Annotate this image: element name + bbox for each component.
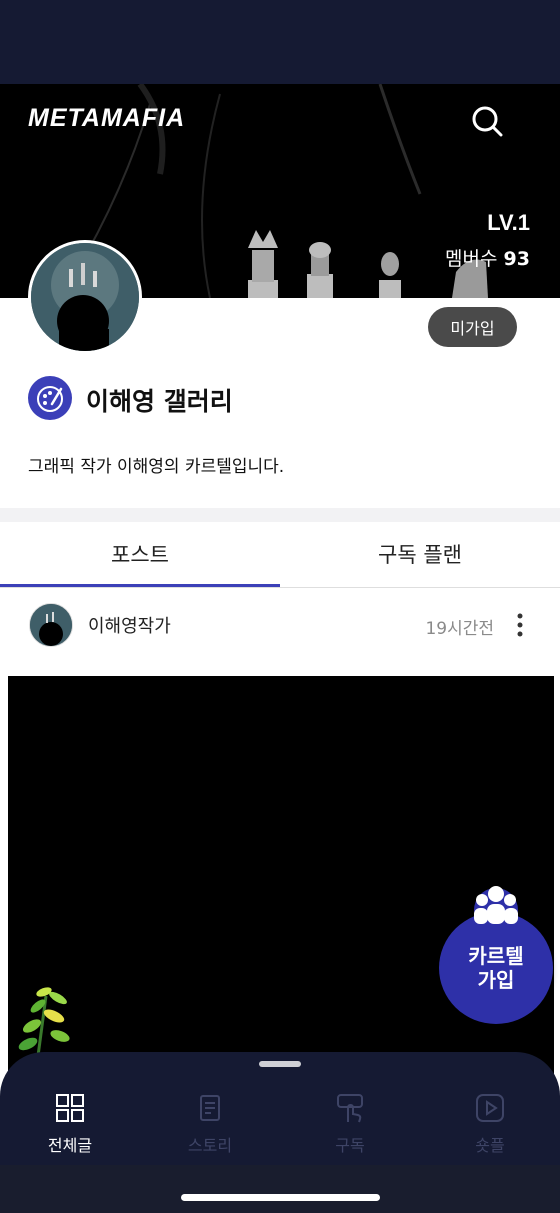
play-icon [476, 1094, 504, 1122]
avatar-artwork [31, 243, 139, 351]
join-status-button[interactable]: 미가입 [428, 307, 517, 347]
cartel-title: 이해영 갤러리 [86, 387, 233, 416]
join-cartel-fab[interactable]: 카르텔 가입 [439, 912, 553, 1024]
cartel-description: 그래픽 작가 이해영의 카르텔입니다. [28, 457, 285, 477]
post-more-button[interactable] [510, 612, 530, 638]
search-icon [472, 106, 503, 137]
fab-label-line1: 카르텔 [468, 944, 524, 968]
nav-all-posts-label: 전체글 [47, 1136, 93, 1155]
author-avatar-image [30, 604, 72, 646]
sheet-handle[interactable] [259, 1061, 301, 1067]
nav-shorts[interactable]: 숏플 [420, 1092, 560, 1162]
post-author-name[interactable]: 이해영작가 [88, 612, 171, 638]
nav-subscribe-label: 구독 [335, 1136, 365, 1155]
search-button[interactable] [468, 102, 508, 142]
tab-subscription-plan[interactable]: 구독 플랜 [280, 522, 560, 586]
level-badge: LV.1 [487, 210, 530, 235]
post-author-avatar[interactable] [29, 603, 73, 647]
nav-story[interactable]: 스토리 [140, 1092, 280, 1162]
nav-story-label: 스토리 [187, 1136, 233, 1155]
more-vertical-icon [517, 613, 523, 637]
document-icon [200, 1095, 220, 1121]
section-divider [0, 508, 560, 522]
subscribe-icon [337, 1094, 363, 1123]
member-count: 멤버수 93 [445, 244, 530, 271]
nav-all-posts[interactable]: 전체글 [0, 1092, 140, 1162]
metamafia-logo[interactable]: METAMAFIA [28, 104, 185, 133]
members-label: 멤버수 [445, 248, 498, 270]
grid-icon [56, 1094, 84, 1122]
members-number: 93 [503, 248, 530, 270]
tab-divider [0, 587, 560, 588]
cartel-category-icon [28, 376, 72, 420]
nav-subscribe[interactable]: 구독 [280, 1092, 420, 1162]
bottom-safe-area [0, 1165, 560, 1213]
people-group-icon [466, 882, 526, 932]
palette-icon [37, 386, 63, 412]
status-bar [0, 0, 560, 84]
post-timestamp: 19시간전 [425, 619, 494, 639]
home-indicator[interactable] [181, 1194, 380, 1201]
cartel-avatar [28, 240, 142, 354]
nav-shorts-label: 숏플 [475, 1136, 505, 1155]
fab-label-line2: 가입 [477, 968, 515, 992]
tab-posts[interactable]: 포스트 [0, 522, 280, 586]
